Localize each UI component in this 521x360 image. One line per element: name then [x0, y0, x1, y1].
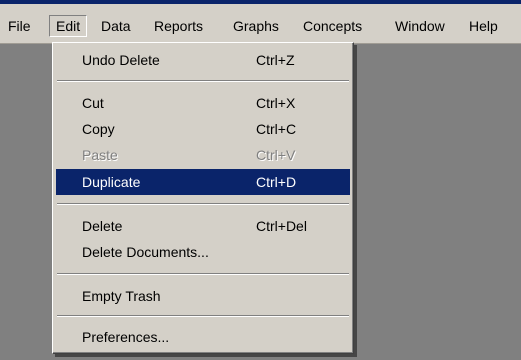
- menu-item-copy[interactable]: Copy Ctrl+C: [56, 116, 350, 142]
- menu-item-preferences[interactable]: Preferences...: [56, 324, 350, 350]
- menu-item-delete[interactable]: Delete Ctrl+Del: [56, 213, 350, 239]
- menu-item-shortcut: Ctrl+V: [256, 147, 296, 163]
- menu-file[interactable]: File: [2, 15, 37, 37]
- menu-separator: [57, 315, 349, 317]
- menu-item-label: Delete: [82, 218, 123, 234]
- menu-item-label: Preferences...: [82, 329, 170, 345]
- menu-window[interactable]: Window: [389, 15, 451, 37]
- menu-item-shortcut: Ctrl+Del: [256, 218, 307, 234]
- edit-menu-inner: Undo Delete Ctrl+Z Cut Ctrl+X Copy Ctrl+…: [53, 43, 353, 353]
- menu-item-undo-delete[interactable]: Undo Delete Ctrl+Z: [56, 47, 350, 73]
- menu-item-empty-trash[interactable]: Empty Trash: [56, 283, 350, 309]
- menu-data[interactable]: Data: [95, 15, 137, 37]
- menu-item-label: Copy: [82, 121, 115, 137]
- menu-item-shortcut: Ctrl+D: [256, 174, 297, 190]
- menu-item-label: Delete Documents...: [82, 244, 209, 260]
- menu-item-label: Cut: [82, 95, 104, 111]
- menu-item-delete-documents[interactable]: Delete Documents...: [56, 239, 350, 265]
- menu-edit[interactable]: Edit: [49, 15, 88, 37]
- menu-item-shortcut: Ctrl+C: [256, 121, 297, 137]
- menu-item-shortcut: Ctrl+Z: [256, 52, 295, 68]
- menu-item-cut[interactable]: Cut Ctrl+X: [56, 90, 350, 116]
- menu-item-paste: Paste Ctrl+V: [56, 142, 350, 168]
- menu-item-shortcut: Ctrl+X: [256, 95, 296, 111]
- menu-concepts[interactable]: Concepts: [297, 15, 368, 37]
- menu-separator: [57, 273, 349, 275]
- menu-item-label: Undo Delete: [82, 52, 160, 68]
- menu-separator: [57, 80, 349, 82]
- menu-reports[interactable]: Reports: [148, 15, 209, 37]
- menu-separator: [57, 203, 349, 205]
- menu-item-label: Empty Trash: [82, 288, 161, 304]
- menu-item-duplicate[interactable]: Duplicate Ctrl+D: [56, 169, 350, 195]
- menu-graphs[interactable]: Graphs: [227, 15, 285, 37]
- menu-item-label: Paste: [82, 147, 118, 163]
- menu-item-label: Duplicate: [82, 174, 141, 190]
- menu-help[interactable]: Help: [463, 15, 504, 37]
- menu-bar: File Edit Data Reports Graphs Concepts W…: [0, 4, 521, 44]
- edit-menu-dropdown: Undo Delete Ctrl+Z Cut Ctrl+X Copy Ctrl+…: [52, 42, 354, 354]
